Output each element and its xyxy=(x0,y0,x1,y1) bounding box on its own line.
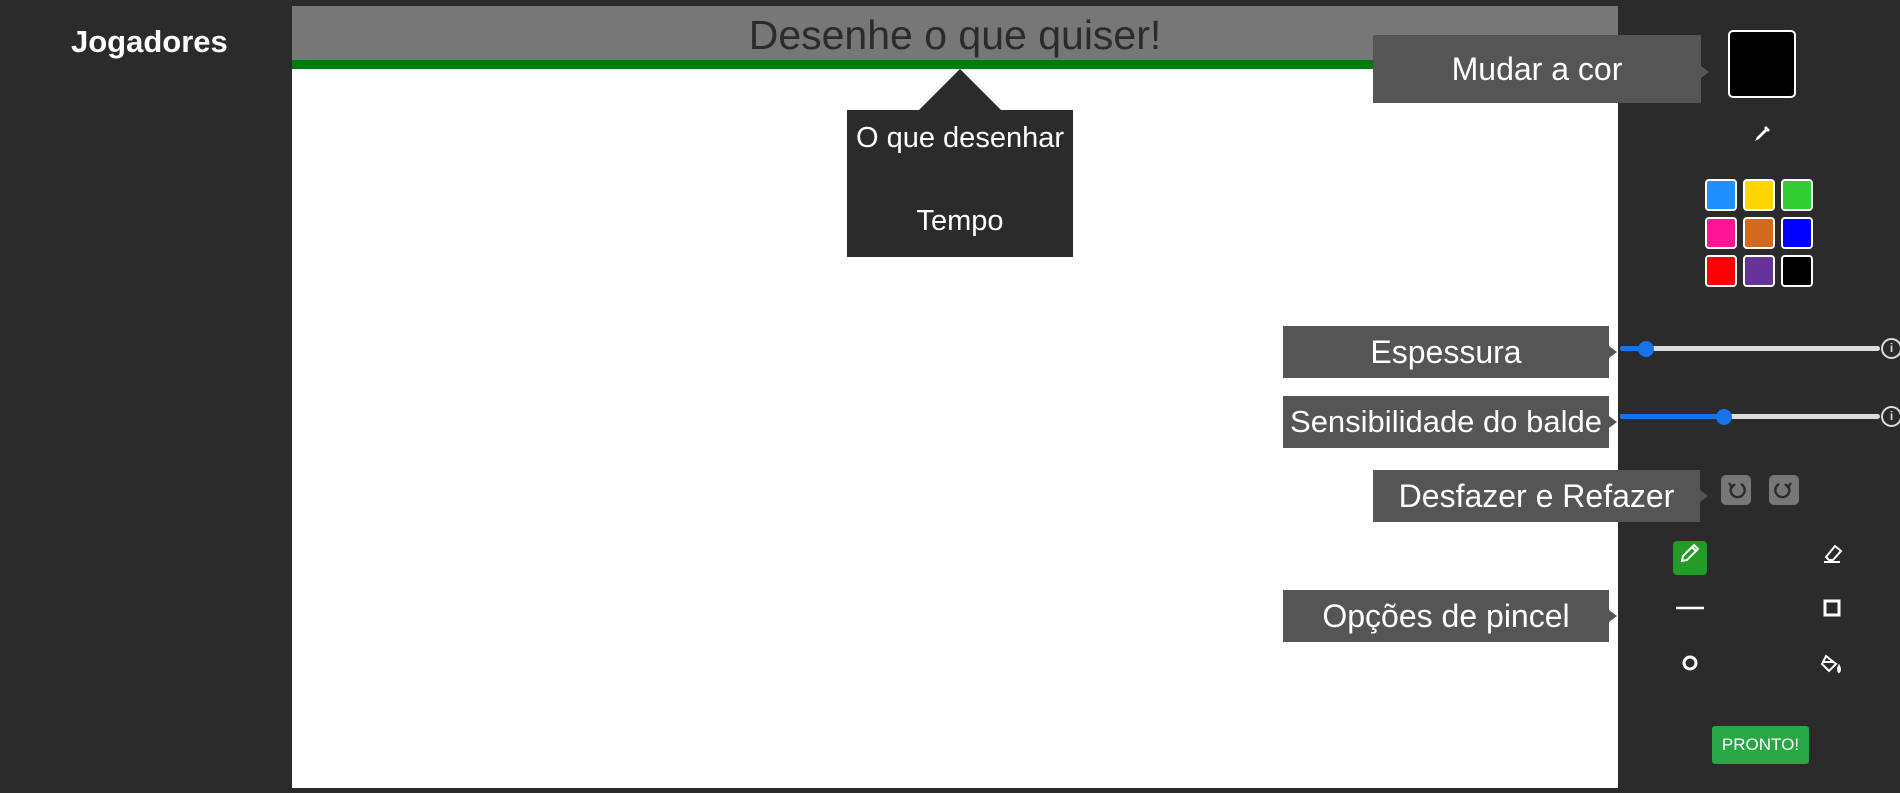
brush-options-callout-arrow xyxy=(1609,610,1617,622)
swatch-black[interactable] xyxy=(1781,255,1813,287)
thickness-slider[interactable] xyxy=(1620,341,1880,362)
swatch-purple[interactable] xyxy=(1743,255,1775,287)
change-color-callout-arrow xyxy=(1701,66,1709,78)
thickness-slider-thumb[interactable] xyxy=(1638,341,1654,357)
swatch-orange[interactable] xyxy=(1743,217,1775,249)
ready-button[interactable]: PRONTO! xyxy=(1712,726,1809,764)
rectangle-icon[interactable] xyxy=(1815,596,1849,630)
eyedropper-icon[interactable] xyxy=(1752,124,1772,149)
line-icon[interactable] xyxy=(1673,596,1707,630)
bucket-slider-thumb[interactable] xyxy=(1716,409,1732,425)
time-label: Tempo xyxy=(916,205,1004,237)
thickness-info-icon[interactable]: i xyxy=(1881,338,1900,359)
swatch-dark-blue[interactable] xyxy=(1781,217,1813,249)
swatch-blue[interactable] xyxy=(1705,179,1737,211)
thickness-callout-arrow xyxy=(1609,346,1617,358)
fill-bucket-icon[interactable] xyxy=(1815,651,1849,685)
undo-redo-callout: Desfazer e Refazer xyxy=(1373,470,1700,522)
undo-button[interactable] xyxy=(1721,475,1751,505)
pencil-icon[interactable] xyxy=(1673,541,1707,575)
bucket-info-icon[interactable]: i xyxy=(1881,406,1900,427)
word-label: O que desenhar xyxy=(856,122,1064,154)
swatch-red[interactable] xyxy=(1705,255,1737,287)
bucket-sensitivity-slider[interactable] xyxy=(1620,409,1880,430)
current-color-preview[interactable] xyxy=(1728,30,1796,98)
circle-icon[interactable] xyxy=(1673,651,1707,685)
bucket-sensitivity-callout-arrow xyxy=(1609,416,1617,428)
undo-redo-callout-arrow xyxy=(1700,490,1708,502)
bucket-sensitivity-callout: Sensibilidade do balde xyxy=(1283,396,1609,448)
players-title: Jogadores xyxy=(71,24,228,59)
redo-button[interactable] xyxy=(1769,475,1799,505)
eraser-icon[interactable] xyxy=(1815,541,1849,575)
thickness-callout: Espessura xyxy=(1283,326,1609,378)
bucket-slider-fill xyxy=(1620,414,1724,419)
swatch-yellow[interactable] xyxy=(1743,179,1775,211)
swatch-pink[interactable] xyxy=(1705,217,1737,249)
tooltip-arrow xyxy=(918,69,1002,111)
color-palette xyxy=(1705,179,1815,291)
change-color-callout: Mudar a cor xyxy=(1373,35,1701,103)
swatch-green[interactable] xyxy=(1781,179,1813,211)
thickness-slider-track xyxy=(1620,346,1880,351)
brush-options-callout: Opções de pincel xyxy=(1283,590,1609,642)
